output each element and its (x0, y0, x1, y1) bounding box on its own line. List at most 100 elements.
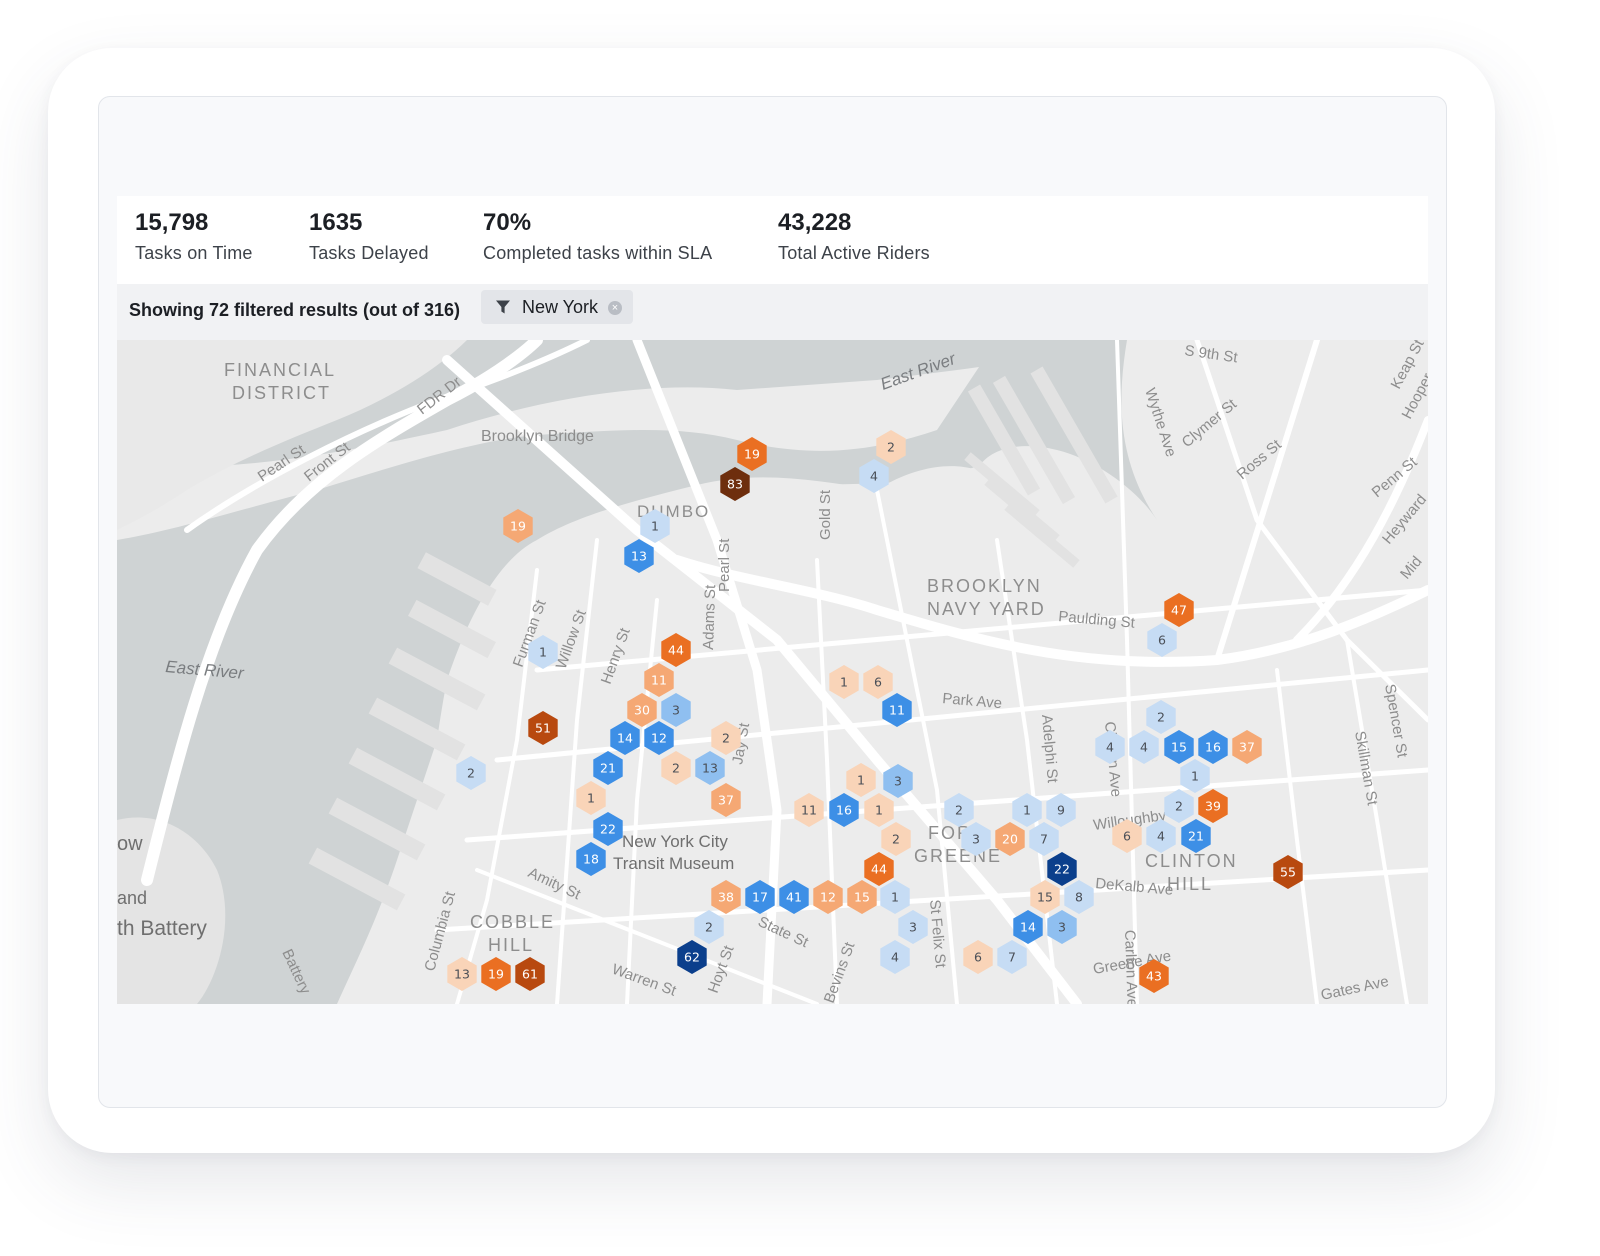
funnel-icon (495, 299, 511, 320)
hex-count: 19 (744, 447, 760, 462)
hex-count: 11 (889, 703, 905, 718)
hex-count: 43 (1146, 969, 1162, 984)
hex-count: 44 (871, 862, 887, 877)
label-financial: FINANCIAL (224, 360, 336, 380)
map-canvas[interactable]: FINANCIAL DISTRICT Brooklyn Bridge DUMBO… (117, 340, 1428, 1004)
map-view[interactable]: FINANCIAL DISTRICT Brooklyn Bridge DUMBO… (117, 340, 1428, 1004)
hex-count: 41 (786, 890, 802, 905)
hex-count: 51 (535, 721, 551, 736)
hex-count: 16 (1205, 740, 1221, 755)
hex-count: 15 (1037, 890, 1053, 905)
hex-count: 6 (1123, 829, 1131, 844)
label-brooklyn-bridge: Brooklyn Bridge (481, 428, 594, 445)
filter-chip-label: New York (522, 297, 599, 317)
street-label: Pearl St (716, 538, 733, 592)
hex-count: 4 (1140, 740, 1148, 755)
hex-count: 1 (539, 645, 547, 660)
filter-bar: Showing 72 filtered results (out of 316)… (117, 284, 1428, 340)
hex-count: 2 (892, 832, 900, 847)
stat-tasks-on-time: 15,798 Tasks on Time (135, 208, 253, 266)
hex-count: 47 (1171, 603, 1187, 618)
hex-count: 2 (887, 440, 895, 455)
hex-count: 38 (718, 890, 734, 905)
stat-value: 1635 (309, 209, 363, 236)
stat-value: 70% (483, 209, 532, 236)
hex-count: 15 (854, 890, 870, 905)
hex-count: 14 (617, 731, 633, 746)
hex-count: 1 (1191, 769, 1199, 784)
stat-value: 43,228 (778, 209, 852, 236)
label-ow: ow (117, 833, 143, 855)
hex-count: 62 (684, 950, 700, 965)
hex-count: 2 (672, 761, 680, 776)
hex-count: 16 (836, 803, 852, 818)
hex-count: 17 (752, 890, 768, 905)
hex-count: 7 (1040, 832, 1048, 847)
hex-count: 37 (1239, 740, 1255, 755)
street-label: Carlton Ave (1121, 930, 1141, 1004)
label-district: DISTRICT (232, 383, 331, 403)
hex-count: 1 (840, 675, 848, 690)
hex-count: 8 (1075, 890, 1083, 905)
hex-count: 55 (1280, 865, 1296, 880)
hex-count: 2 (467, 766, 475, 781)
hex-count: 18 (583, 852, 599, 867)
hex-count: 7 (1008, 950, 1016, 965)
hex-count: 2 (705, 920, 713, 935)
hex-count: 1 (875, 803, 883, 818)
stat-total-active-riders: 43,228 Total Active Riders (778, 208, 930, 266)
hex-count: 2 (1175, 799, 1183, 814)
hex-count: 14 (1020, 920, 1036, 935)
hex-count: 37 (718, 793, 734, 808)
street-label: Adams St (700, 584, 719, 650)
hex-count: 2 (1157, 710, 1165, 725)
label-navy-yard: NAVY YARD (927, 599, 1046, 619)
hex-count: 4 (870, 469, 878, 484)
hex-count: 44 (668, 643, 684, 658)
hex-count: 30 (634, 703, 650, 718)
hex-count: 1 (587, 791, 595, 806)
stat-completed-within-sla: 70% Completed tasks within SLA (483, 208, 712, 266)
stat-value: 15,798 (135, 209, 209, 236)
hex-count: 19 (488, 967, 504, 982)
hex-count: 6 (974, 950, 982, 965)
hex-count: 12 (820, 890, 836, 905)
hex-count: 22 (1054, 862, 1070, 877)
hex-count: 20 (1002, 832, 1018, 847)
label-clinton: CLINTON (1145, 851, 1238, 871)
hex-count: 4 (1106, 740, 1114, 755)
results-summary: Showing 72 filtered results (out of 316) (129, 300, 461, 320)
stat-label: Tasks Delayed (309, 243, 429, 263)
stat-label: Tasks on Time (135, 243, 253, 263)
label-cobble: COBBLE (470, 912, 555, 932)
hex-count: 15 (1171, 740, 1187, 755)
label-cobble-hill: HILL (488, 935, 534, 955)
hex-count: 1 (1023, 803, 1031, 818)
street-label: Gold St (817, 489, 834, 540)
hex-count: 11 (801, 803, 817, 818)
hex-count: 2 (955, 803, 963, 818)
label-greene: GREENE (914, 846, 1002, 866)
hex-count: 6 (874, 675, 882, 690)
stat-label: Completed tasks within SLA (483, 243, 713, 263)
hex-count: 4 (1157, 829, 1165, 844)
stat-tasks-delayed: 1635 Tasks Delayed (309, 208, 429, 266)
hex-count: 12 (651, 731, 667, 746)
hex-count: 39 (1205, 799, 1221, 814)
hex-count: 1 (651, 519, 659, 534)
hex-count: 3 (972, 832, 980, 847)
hex-count: 19 (510, 519, 526, 534)
hex-count: 3 (1058, 920, 1066, 935)
filter-chip-new-york[interactable]: New York × (481, 290, 633, 324)
hex-count: 61 (522, 967, 538, 982)
hex-count: 2 (722, 731, 730, 746)
hex-count: 1 (891, 890, 899, 905)
label-battery-park: th Battery (117, 917, 207, 940)
hex-count: 22 (600, 822, 616, 837)
label-and: and (117, 888, 147, 908)
hex-count: 83 (727, 477, 743, 492)
hex-count: 21 (600, 761, 616, 776)
close-circle-icon[interactable]: × (608, 301, 622, 315)
hex-count: 4 (891, 950, 899, 965)
hex-count: 21 (1188, 829, 1204, 844)
